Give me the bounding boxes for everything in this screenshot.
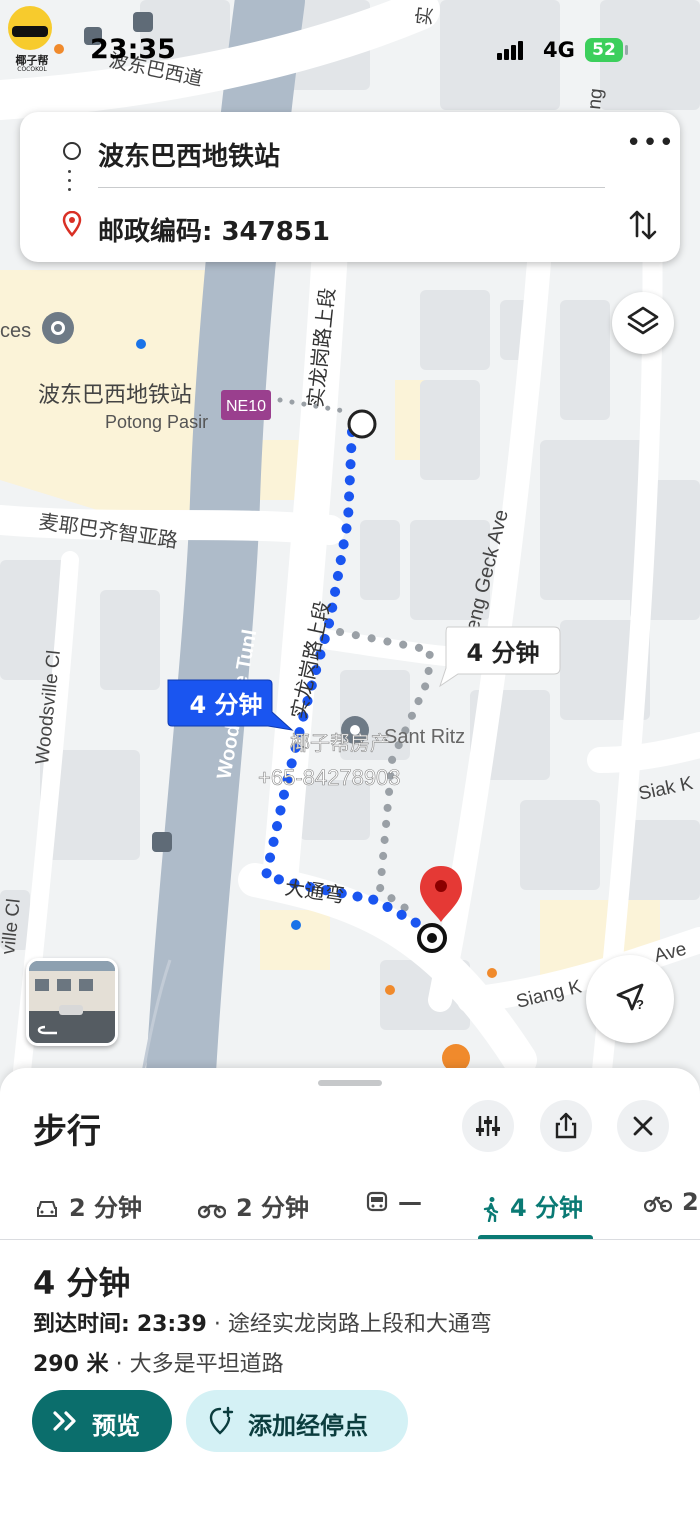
motorbike-icon bbox=[197, 1204, 227, 1219]
route-duration: 4 分钟 bbox=[33, 1264, 131, 1302]
tabs-divider bbox=[0, 1239, 700, 1240]
poi-left-label: ces bbox=[0, 320, 31, 342]
network-type: 4G bbox=[543, 38, 575, 62]
svg-text:4 分钟: 4 分钟 bbox=[466, 639, 539, 667]
tab-transit[interactable]: — bbox=[366, 1188, 422, 1228]
street-view-thumbnail[interactable] bbox=[26, 958, 118, 1046]
add-stop-button[interactable]: 添加经停点 bbox=[186, 1390, 408, 1452]
destination-field[interactable]: 邮政编码: 347851 bbox=[98, 211, 330, 248]
route-terrain: · 大多是平坦道路 bbox=[115, 1352, 284, 1377]
status-bar: 椰子帮 COCOKOL 23:35 4G 52 bbox=[0, 0, 700, 100]
travel-mode-tabs: 2 分钟 2 分钟 — 4 分钟 2 bbox=[0, 1174, 700, 1240]
close-button[interactable] bbox=[617, 1100, 669, 1152]
swap-icon[interactable] bbox=[626, 208, 660, 242]
station-name-cn[interactable]: 波东巴西地铁站 bbox=[38, 383, 192, 408]
route-divider bbox=[98, 187, 605, 188]
arrival-label: 到达时间: bbox=[33, 1312, 130, 1337]
poi-label-sant-ritz[interactable]: Sant Ritz bbox=[384, 726, 465, 748]
route-inputs-card: 波东巴西地铁站 邮政编码: 347851 ••• bbox=[20, 112, 680, 262]
svg-text:?: ? bbox=[636, 997, 644, 1012]
arrival-time: 23:39 bbox=[136, 1312, 207, 1337]
close-icon bbox=[633, 1116, 653, 1136]
destination-pin-icon bbox=[62, 211, 82, 237]
add-stop-label: 添加经停点 bbox=[248, 1412, 368, 1440]
route-via: · 途经实龙岗路上段和大通弯 bbox=[213, 1312, 492, 1337]
layers-icon bbox=[627, 306, 659, 335]
tab-motorbike[interactable]: 2 分钟 bbox=[197, 1188, 309, 1228]
origin-field[interactable]: 波东巴西地铁站 bbox=[98, 136, 280, 173]
directions-panel: 步行 2 分钟 2 分钟 — 4 分钟 2 4 分钟 到达时间: 23:39 ·… bbox=[0, 1068, 700, 1520]
station-name-en[interactable]: Potong Pasir bbox=[105, 412, 208, 432]
car-icon bbox=[37, 1201, 57, 1217]
tune-icon bbox=[476, 1116, 500, 1136]
watermark-text: 椰子帮房产 bbox=[290, 731, 390, 755]
origin-circle-icon bbox=[63, 142, 81, 160]
tab-bike[interactable]: 2 bbox=[643, 1188, 699, 1228]
preview-button[interactable]: 预览 bbox=[32, 1390, 172, 1452]
drag-handle[interactable] bbox=[318, 1080, 382, 1086]
transit-icon bbox=[366, 1191, 388, 1212]
more-options-icon[interactable]: ••• bbox=[626, 130, 674, 164]
navigate-button[interactable]: ? bbox=[586, 955, 674, 1043]
svg-text:4 分钟: 4 分钟 bbox=[189, 691, 262, 719]
signal-icon bbox=[497, 40, 525, 60]
layers-button[interactable] bbox=[612, 292, 674, 354]
route-distance-info: 290 米 · 大多是平坦道路 bbox=[33, 1346, 284, 1378]
share-icon bbox=[555, 1112, 577, 1139]
share-button[interactable] bbox=[540, 1100, 592, 1152]
tab-drive[interactable]: 2 分钟 bbox=[35, 1188, 142, 1228]
add-location-icon bbox=[209, 1406, 234, 1435]
bus-stop-icon[interactable] bbox=[152, 832, 172, 852]
navigation-arrow-icon: ? bbox=[616, 983, 644, 1012]
watermark-phone: +65-84278903 bbox=[258, 765, 401, 790]
panel-title: 步行 bbox=[33, 1112, 101, 1152]
watermark-logo: 椰子帮 COCOKOL bbox=[2, 2, 64, 73]
station-code-text: NE10 bbox=[226, 398, 266, 415]
double-chevron-icon bbox=[53, 1411, 76, 1431]
route-dots-icon bbox=[68, 170, 72, 200]
bike-icon bbox=[643, 1196, 673, 1213]
walk-icon bbox=[483, 1197, 499, 1223]
route-options-button[interactable] bbox=[462, 1100, 514, 1152]
route-arrival-info: 到达时间: 23:39 · 途经实龙岗路上段和大通弯 bbox=[33, 1306, 492, 1338]
route-distance: 290 米 bbox=[33, 1352, 109, 1377]
status-time: 23:35 bbox=[90, 34, 176, 65]
tab-walk[interactable]: 4 分钟 bbox=[482, 1188, 583, 1228]
battery-icon: 52 bbox=[585, 38, 628, 62]
route-start-marker bbox=[347, 409, 377, 439]
preview-label: 预览 bbox=[92, 1412, 140, 1440]
